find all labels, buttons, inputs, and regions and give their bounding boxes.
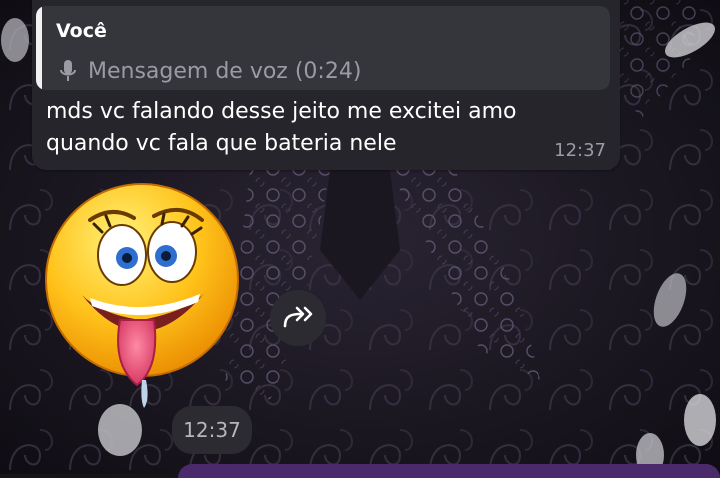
reply-quoted-text: Mensagem de voz (0:24) <box>88 58 362 84</box>
forward-button[interactable] <box>270 290 326 346</box>
incoming-message-bubble[interactable]: Você Mensagem de voz (0:24) mds vc falan… <box>32 0 620 170</box>
excited-emoji-sticker[interactable] <box>42 180 242 410</box>
reply-quote[interactable]: Você Mensagem de voz (0:24) <box>36 6 610 90</box>
message-text: mds vc falando desse jeito me excitei am… <box>46 99 517 156</box>
reply-quoted-line: Mensagem de voz (0:24) <box>56 56 361 86</box>
reply-quote-bar <box>36 6 42 90</box>
message-timestamp: 12:37 <box>554 140 606 161</box>
sticker-timestamp: 12:37 <box>172 406 252 454</box>
reply-author: Você <box>56 20 107 42</box>
next-message-bubble-edge[interactable] <box>178 464 720 478</box>
mic-icon <box>60 60 76 81</box>
forward-icon <box>283 306 313 328</box>
